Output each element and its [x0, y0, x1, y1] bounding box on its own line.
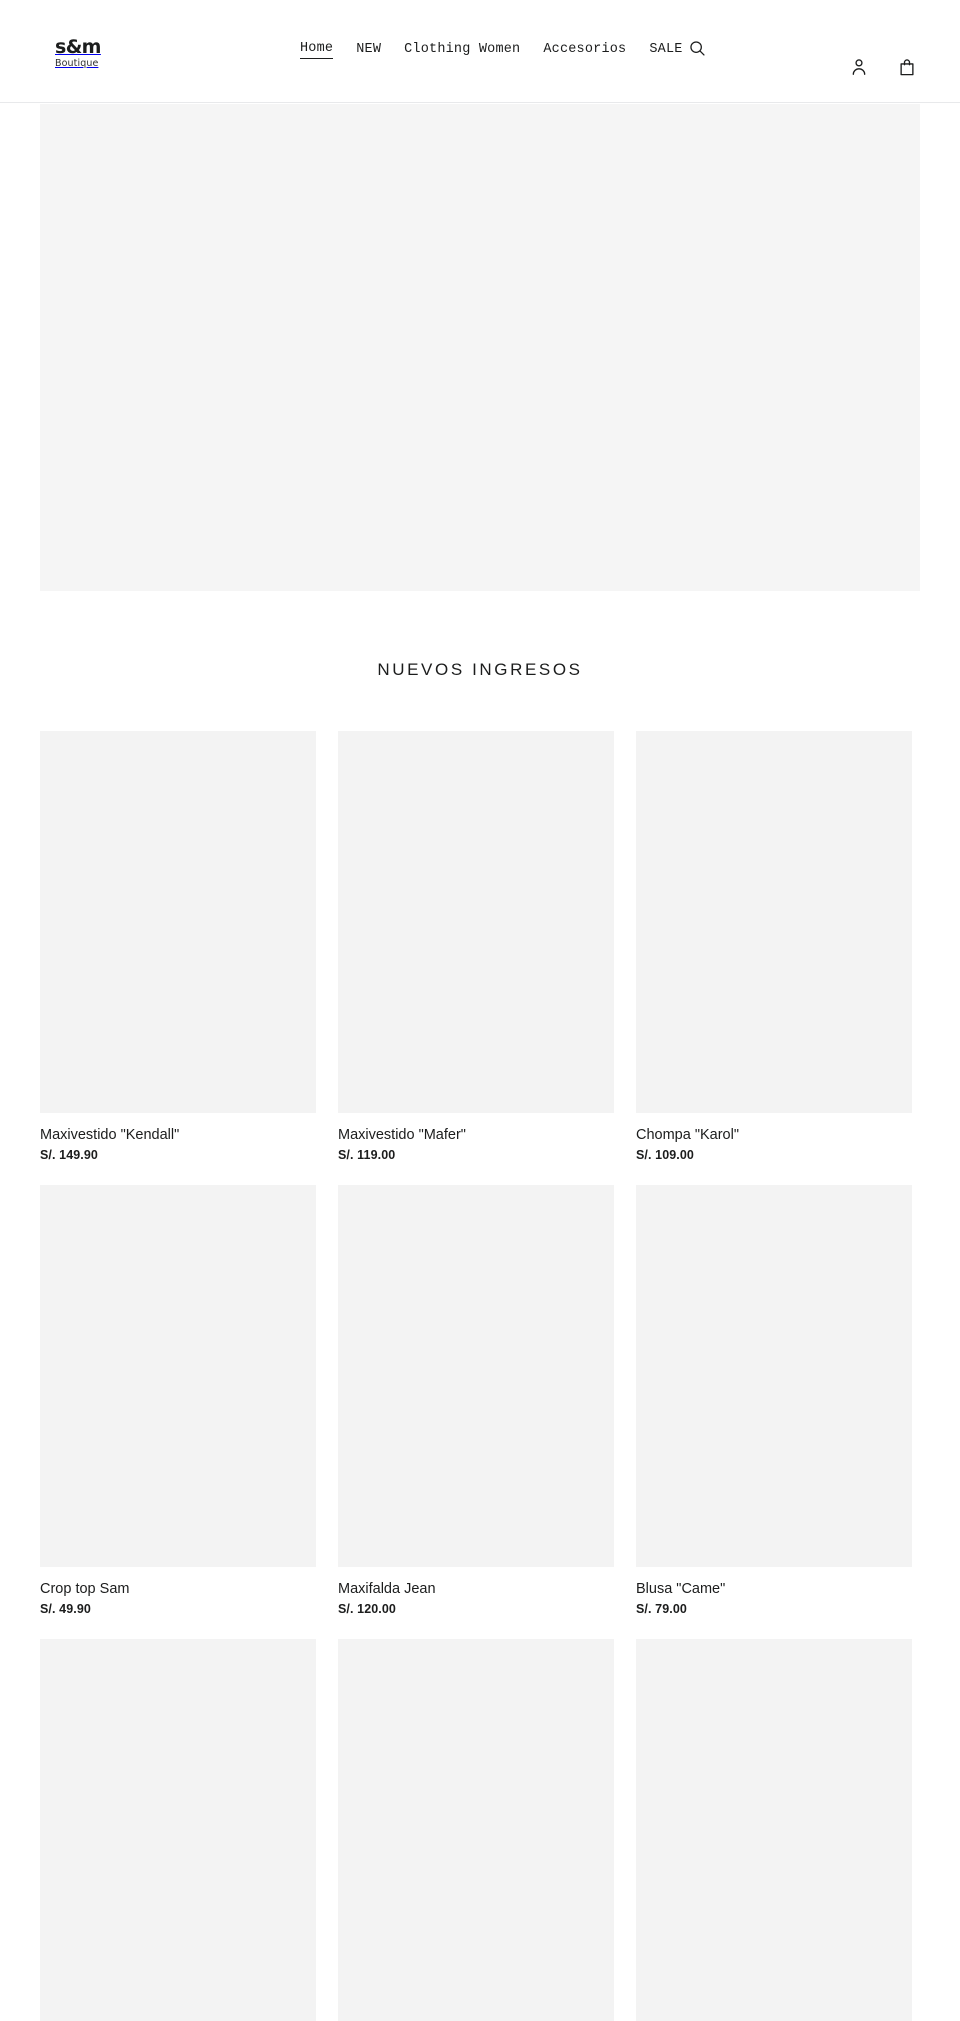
product-price: S/. 49.90: [40, 1601, 91, 1616]
product-price: S/. 149.90: [40, 1147, 98, 1162]
product-image: [636, 1184, 912, 1567]
hero-banner[interactable]: [40, 104, 920, 591]
product-image: [338, 1184, 614, 1567]
product-image: [40, 731, 316, 1113]
product-title: Maxivestido "Mafer": [338, 1127, 466, 1143]
product-image: [636, 731, 912, 1113]
brand-logo-mark: s&m: [55, 36, 101, 58]
product-title: Maxifalda Jean: [338, 1580, 436, 1597]
main-navigation: Home NEW Clothing Women Accesorios SALE: [300, 41, 683, 59]
product-title: Maxivestido "Kendall": [40, 1127, 180, 1143]
product-card[interactable]: Crop top Sam S/. 49.90: [40, 1184, 316, 1616]
search-icon: [689, 40, 705, 56]
account-icon: [852, 59, 866, 75]
product-image: [40, 1638, 316, 2021]
brand-logo[interactable]: s&m Boutique: [55, 38, 101, 69]
product-image: [40, 1184, 316, 1567]
product-card[interactable]: Maxifalda Jean S/. 120.00: [338, 1184, 614, 1616]
product-card[interactable]: Chompa "Karol" S/. 109.00: [636, 731, 912, 1162]
cart-button[interactable]: [896, 56, 918, 78]
nav-item-accesorios[interactable]: Accesorios: [543, 42, 626, 59]
product-price: S/. 109.00: [636, 1147, 694, 1162]
product-card[interactable]: [40, 1638, 316, 2021]
product-card[interactable]: Blusa "Came" S/. 79.00: [636, 1184, 912, 1616]
nav-item-sale[interactable]: SALE: [649, 42, 682, 59]
cart-icon: [900, 59, 914, 76]
product-card[interactable]: Maxivestido "Mafer" S/. 119.00: [338, 731, 614, 1162]
product-price: S/. 79.00: [636, 1601, 687, 1616]
product-price: S/. 119.00: [338, 1147, 396, 1162]
nav-item-clothing-women[interactable]: Clothing Women: [404, 42, 520, 59]
product-card[interactable]: Maxivestido "Kendall" S/. 149.90: [40, 731, 316, 1162]
account-button[interactable]: [848, 56, 870, 78]
product-price: S/. 120.00: [338, 1601, 396, 1616]
collection-title: NUEVOS INGRESOS: [377, 660, 583, 679]
product-title: Blusa "Came": [636, 1580, 726, 1597]
header-actions: [848, 56, 918, 78]
nav-item-home[interactable]: Home: [300, 41, 334, 59]
product-grid: Maxivestido "Kendall" S/. 149.90 Maxives…: [40, 731, 920, 2021]
product-image: [636, 1638, 912, 2021]
product-title: Crop top Sam: [40, 1580, 130, 1597]
site-header: s&m Boutique Home NEW Clothing Women Acc…: [0, 0, 960, 103]
product-image: [338, 731, 614, 1113]
nav-item-new[interactable]: NEW: [356, 42, 381, 59]
search-button[interactable]: [685, 36, 709, 60]
product-image: [338, 1638, 614, 2021]
product-card[interactable]: [636, 1638, 912, 2021]
brand-logo-subtitle: Boutique: [55, 58, 99, 69]
product-card[interactable]: [338, 1638, 614, 2021]
product-title: Chompa "Karol": [636, 1127, 739, 1143]
